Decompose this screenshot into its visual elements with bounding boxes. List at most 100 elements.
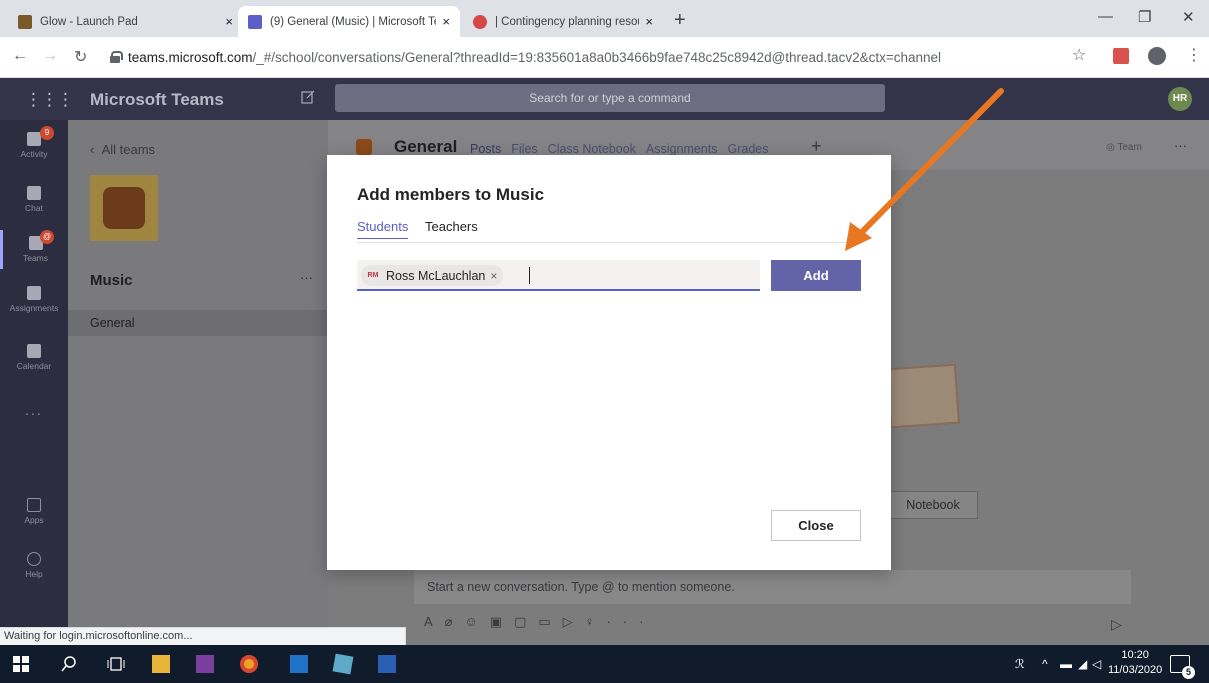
minimize-icon[interactable]: — — [1098, 8, 1113, 25]
pdf-extension-icon[interactable] — [1113, 48, 1129, 64]
add-tab-button[interactable]: + — [811, 136, 822, 157]
rail-label: Assignments — [9, 303, 59, 313]
remove-member-icon[interactable]: × — [490, 269, 497, 283]
tab-title: (9) General (Music) | Microsoft Te — [270, 15, 437, 28]
rail-label: Activity — [20, 149, 48, 159]
rail-item-help[interactable]: Help — [0, 552, 68, 579]
rail-label: Chat — [25, 203, 43, 213]
tab-class-notebook[interactable]: Class Notebook — [548, 142, 636, 156]
back-arrow-icon[interactable]: ← — [12, 47, 28, 65]
search-icon[interactable] — [60, 655, 78, 673]
windows-start-icon[interactable] — [12, 655, 30, 673]
activity-badge: 9 — [40, 126, 54, 140]
system-clock[interactable]: 10:20 11/03/2020 — [1108, 648, 1162, 678]
app-launcher-icon[interactable]: ⋮⋮⋮ — [25, 90, 74, 110]
close-button[interactable]: Close — [771, 510, 861, 541]
tab-teachers[interactable]: Teachers — [425, 219, 478, 238]
member-picker-input[interactable]: RM Ross McLauchlan × — [357, 260, 760, 291]
restore-icon[interactable]: ❐ — [1138, 8, 1151, 26]
forward-arrow-icon[interactable]: → — [42, 47, 58, 65]
volume-icon[interactable]: ◁ — [1092, 657, 1101, 671]
rail-item-chat[interactable]: Chat — [0, 186, 68, 213]
browser-status-text: Waiting for login.microsoftonline.com... — [0, 627, 406, 645]
tray-expand-icon[interactable]: ^ — [1042, 657, 1048, 671]
compose-toolbar: A⌀☺▣▢▭▷♀··· — [424, 614, 655, 630]
assignments-icon — [27, 286, 41, 300]
apps-icon — [27, 498, 41, 512]
emoji-icon[interactable]: ☺ — [465, 614, 490, 629]
team-button[interactable]: ◎ Team — [1106, 142, 1142, 153]
browser-tab-glow[interactable]: Glow - Launch Pad × — [8, 6, 243, 37]
profile-icon[interactable] — [1148, 47, 1166, 65]
browser-tab-strip: Glow - Launch Pad × (9) General (Music) … — [0, 0, 1209, 37]
meet-icon[interactable]: ▭ — [538, 614, 562, 629]
stream-icon[interactable]: ▷ — [563, 614, 585, 629]
action-center-icon[interactable]: 5 — [1170, 655, 1195, 679]
tab-posts[interactable]: Posts — [470, 142, 501, 156]
app-rail: Activity 9 Chat Teams @ Assignments Cale… — [0, 120, 68, 645]
browser-menu-icon[interactable]: ⋮ — [1186, 45, 1202, 65]
browser-tab-teams[interactable]: (9) General (Music) | Microsoft Te × — [238, 6, 460, 37]
rail-label: Calendar — [16, 361, 52, 371]
rail-item-teams[interactable]: Teams — [0, 230, 68, 269]
add-members-dialog: Add members to Music Students Teachers R… — [327, 155, 891, 570]
more-options-icon[interactable]: ··· — [606, 614, 655, 629]
url-field[interactable]: teams.microsoft.com/_#/school/conversati… — [110, 43, 1070, 71]
rail-label: Apps — [24, 515, 44, 525]
close-tab-icon[interactable]: × — [225, 14, 233, 29]
gif-icon[interactable]: ▣ — [490, 614, 514, 629]
rail-item-assignments[interactable]: Assignments — [0, 286, 68, 313]
team-more-icon[interactable]: ··· — [300, 270, 313, 285]
format-icon[interactable]: A — [424, 614, 445, 629]
address-bar: ← → ↻ teams.microsoft.com/_#/school/conv… — [0, 37, 1209, 78]
tab-title: Glow - Launch Pad — [40, 15, 138, 28]
outlook-icon[interactable] — [290, 655, 308, 673]
rail-more-button[interactable]: ... — [0, 402, 68, 418]
tab-title: | Contingency planning resource — [495, 15, 639, 28]
file-explorer-icon[interactable] — [152, 655, 170, 673]
bell-icon — [27, 132, 41, 146]
notebook-button[interactable]: Notebook — [888, 491, 978, 519]
user-avatar[interactable]: HR — [1168, 87, 1192, 111]
onenote-icon[interactable] — [196, 655, 214, 673]
compose-input[interactable]: Start a new conversation. Type @ to ment… — [414, 570, 1131, 604]
people-icon[interactable]: ℛ — [1015, 657, 1025, 671]
rail-label: Teams — [22, 253, 49, 263]
tab-students[interactable]: Students — [357, 219, 409, 239]
sticker-icon[interactable]: ▢ — [514, 614, 538, 629]
calendar-icon — [27, 344, 41, 358]
browser-tab-contingency[interactable]: | Contingency planning resource × — [463, 6, 663, 37]
all-teams-link[interactable]: ‹ All teams — [90, 142, 155, 157]
command-search-input[interactable]: Search for or type a command — [335, 84, 885, 112]
close-window-icon[interactable]: ✕ — [1182, 8, 1195, 26]
rail-item-calendar[interactable]: Calendar — [0, 344, 68, 371]
reload-icon[interactable]: ↻ — [74, 47, 87, 67]
word-icon[interactable] — [378, 655, 396, 673]
notes-app-icon[interactable] — [332, 653, 354, 675]
rail-item-apps[interactable]: Apps — [0, 498, 68, 525]
team-sidebar: ‹ All teams Music ··· General — [68, 120, 328, 645]
task-view-icon[interactable] — [107, 655, 125, 673]
wifi-icon[interactable]: ◢ — [1078, 657, 1087, 671]
new-chat-icon[interactable] — [301, 90, 315, 104]
channel-team-icon — [356, 139, 372, 155]
channel-tabs: Posts Files Class Notebook Assignments G… — [470, 142, 768, 156]
close-tab-icon[interactable]: × — [645, 14, 653, 29]
chrome-icon[interactable] — [240, 655, 258, 673]
attach-icon[interactable]: ⌀ — [445, 614, 465, 629]
bookmark-star-icon[interactable]: ☆ — [1072, 45, 1086, 65]
tab-grades[interactable]: Grades — [727, 142, 768, 156]
tab-assignments[interactable]: Assignments — [646, 142, 718, 156]
teams-favicon-icon — [248, 14, 262, 29]
send-icon[interactable]: ▷ — [1111, 616, 1122, 633]
channel-item-general[interactable]: General — [68, 310, 328, 336]
praise-icon[interactable]: ♀ — [585, 614, 607, 629]
rail-item-activity[interactable]: Activity — [0, 132, 68, 159]
new-tab-button[interactable]: + — [674, 9, 686, 32]
help-icon — [27, 552, 41, 566]
battery-icon[interactable]: ▬ — [1060, 657, 1072, 671]
close-tab-icon[interactable]: × — [442, 14, 450, 29]
tab-files[interactable]: Files — [511, 142, 537, 156]
add-button[interactable]: Add — [771, 260, 861, 291]
channel-more-icon[interactable]: ··· — [1174, 138, 1187, 153]
